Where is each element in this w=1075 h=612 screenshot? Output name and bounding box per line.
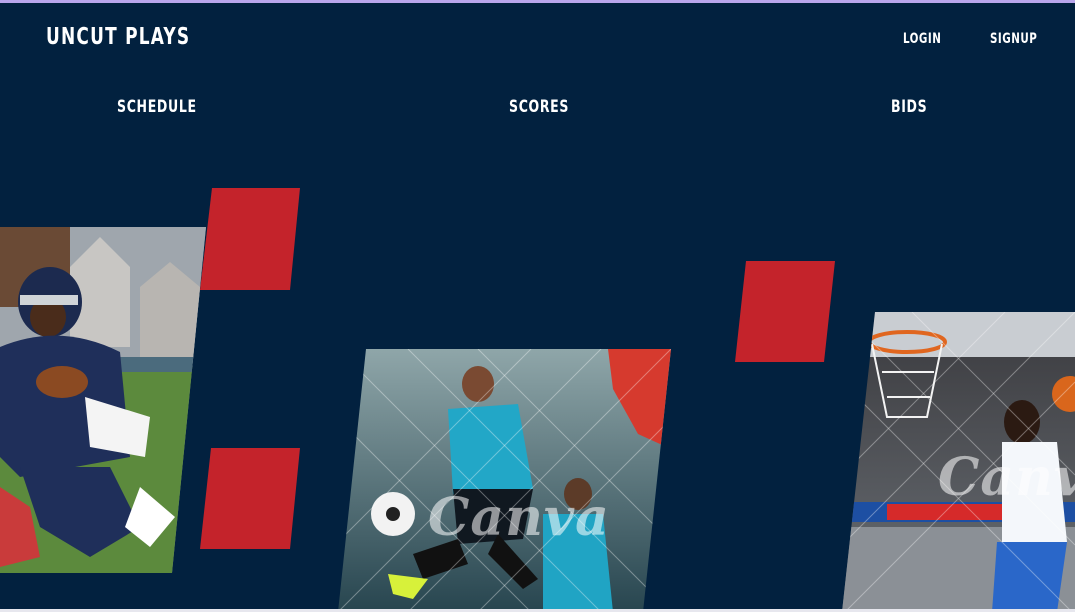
nav-bids[interactable]: BIDS — [891, 97, 927, 117]
nav-schedule[interactable]: SCHEDULE — [117, 97, 197, 117]
top-border — [0, 0, 1075, 3]
nav-scores[interactable]: SCORES — [509, 97, 569, 117]
canva-watermark: Canva — [428, 487, 610, 548]
login-link[interactable]: LOGIN — [903, 31, 941, 47]
red-accent-block — [735, 261, 835, 362]
red-accent-block — [200, 188, 300, 290]
soccer-photo — [338, 349, 671, 612]
canva-watermark: Canva — [938, 447, 1075, 508]
red-accent-block — [200, 448, 300, 549]
signup-link[interactable]: SIGNUP — [990, 31, 1037, 47]
brand-logo[interactable]: UNCUT PLAYS — [46, 24, 190, 50]
football-photo — [0, 227, 206, 573]
